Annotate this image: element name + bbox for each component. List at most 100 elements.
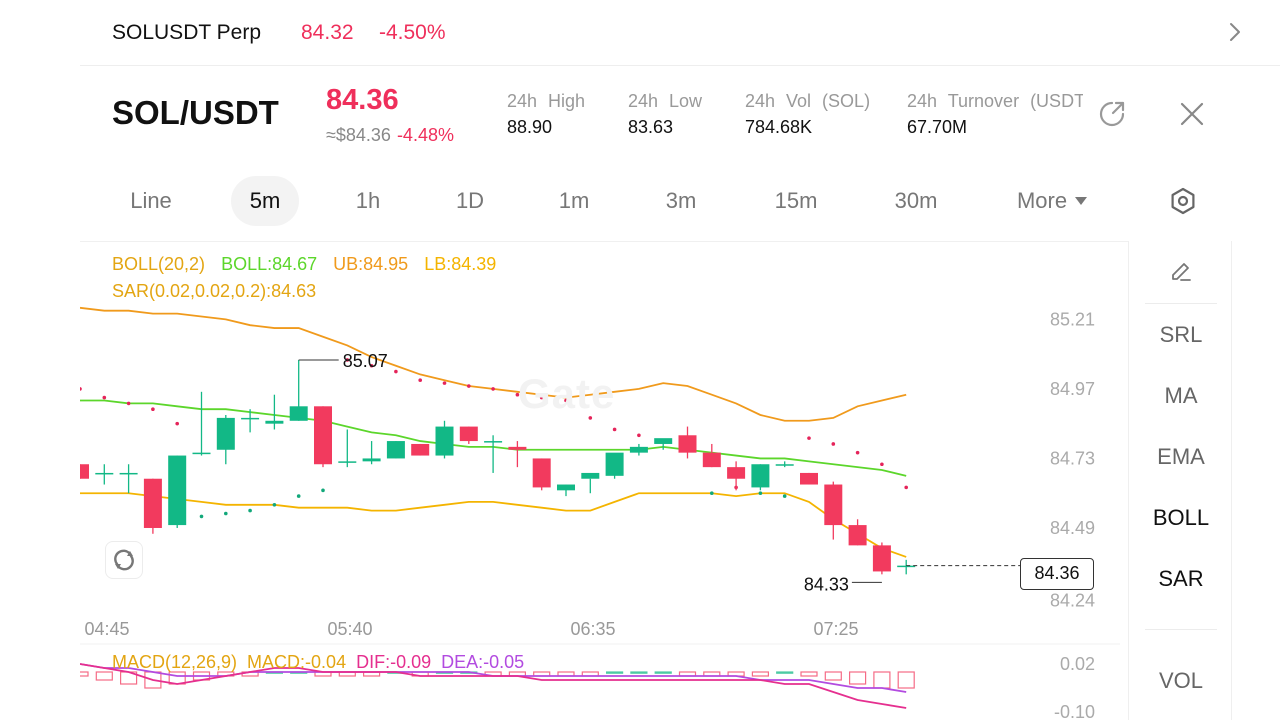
candle-body bbox=[629, 446, 648, 453]
sar-dot bbox=[831, 442, 836, 446]
candle-body bbox=[848, 525, 867, 546]
tab-3m[interactable]: 3m bbox=[647, 176, 715, 226]
candle-body bbox=[338, 461, 357, 463]
sar-dot bbox=[126, 401, 131, 406]
tab-5m[interactable]: 5m bbox=[231, 176, 299, 226]
macd-legend: MACD(12,26,9) MACD:-0.04 DIF:-0.09 DEA:-0.0… bbox=[112, 652, 534, 673]
candle-body bbox=[800, 472, 818, 485]
candle-body bbox=[557, 484, 575, 491]
sar-dot bbox=[418, 378, 423, 383]
candle-body bbox=[168, 455, 187, 526]
indicator-vol[interactable]: VOL bbox=[1129, 668, 1233, 694]
candle-body bbox=[362, 458, 381, 462]
candle-body bbox=[411, 443, 430, 456]
sar-dot bbox=[807, 436, 811, 440]
candle-body bbox=[605, 452, 624, 476]
tab-1d[interactable]: 1D bbox=[436, 176, 504, 226]
sar-dot bbox=[102, 395, 107, 400]
macd-histogram-bar bbox=[824, 671, 842, 681]
sar-dot bbox=[80, 387, 82, 391]
candle-body bbox=[216, 417, 235, 450]
candle-body bbox=[727, 467, 746, 479]
sar-dot bbox=[467, 384, 471, 388]
indicator-ma[interactable]: MA bbox=[1129, 383, 1233, 409]
candle-body bbox=[532, 458, 551, 488]
sar-dot bbox=[151, 407, 155, 411]
tab-15m[interactable]: 15m bbox=[758, 176, 834, 226]
candle-body bbox=[508, 446, 527, 450]
candle-body bbox=[265, 420, 284, 424]
caret-down-icon bbox=[1075, 196, 1088, 205]
chart-settings-icon[interactable] bbox=[1169, 187, 1197, 215]
y-tick-label: 85.21 bbox=[1050, 309, 1095, 329]
indicator-sar[interactable]: SAR bbox=[1129, 566, 1233, 592]
y-tick-label: 84.24 bbox=[1050, 590, 1095, 610]
sar-dot bbox=[855, 450, 860, 455]
approx-usd: ≈$84.36 bbox=[326, 125, 391, 145]
tab-1h[interactable]: 1h bbox=[334, 176, 402, 226]
stat-value: 83.63 bbox=[628, 117, 674, 137]
sar-dot bbox=[880, 462, 884, 467]
macd-histogram-bar bbox=[848, 671, 867, 685]
boll-upper-line bbox=[80, 306, 907, 422]
chevron-right-icon[interactable] bbox=[1224, 20, 1246, 44]
candle-body bbox=[678, 435, 697, 453]
dif-value: DIF:-0.09 bbox=[356, 652, 432, 672]
sar-dot bbox=[710, 491, 714, 496]
share-icon[interactable] bbox=[1097, 99, 1127, 129]
panel-divider bbox=[1145, 629, 1217, 630]
panel-divider bbox=[1145, 303, 1217, 304]
chart-area[interactable]: 85.07 84.33 85.21 84.97 84.73 84.49 84.24 04:45… bbox=[80, 241, 1128, 720]
candle-body bbox=[386, 441, 405, 459]
candle-body bbox=[192, 452, 211, 455]
stat-value: 88.90 bbox=[507, 117, 553, 137]
sar-dot bbox=[321, 488, 325, 493]
macd-histogram-bar bbox=[630, 671, 648, 674]
indicator-boll[interactable]: BOLL bbox=[1129, 505, 1233, 531]
macd-histogram-bar bbox=[873, 671, 891, 689]
indicator-ema[interactable]: EMA bbox=[1129, 444, 1233, 470]
macd-value: MACD:-0.04 bbox=[247, 652, 347, 672]
candle-body bbox=[314, 406, 332, 465]
macd-histogram-bar bbox=[800, 671, 818, 677]
macd-histogram-bar bbox=[80, 671, 89, 677]
stat-24h-vol: 24h Vol (SOL) 784.68K bbox=[745, 91, 870, 138]
y-tick-label: 84.97 bbox=[1050, 379, 1095, 399]
candle-body bbox=[775, 464, 794, 466]
low-marker-label: 84.33 bbox=[804, 574, 849, 594]
candle-body bbox=[80, 464, 89, 479]
watermark-logo: Gate bbox=[518, 370, 616, 417]
candle-body bbox=[459, 426, 478, 442]
candlestick-chart[interactable]: 85.07 84.33 85.21 84.97 84.73 84.49 84.24 04:45… bbox=[80, 242, 1128, 720]
indicator-srl[interactable]: SRL bbox=[1129, 322, 1233, 348]
stat-24h-turnover: 24h Turnover (USDT) 67.70M bbox=[907, 91, 1083, 138]
contract-price: 84.32 bbox=[301, 21, 354, 44]
boll-ub-value: UB:84.95 bbox=[333, 254, 409, 274]
draw-pencil-icon[interactable] bbox=[1169, 259, 1193, 283]
macd-histogram-bar bbox=[897, 671, 915, 689]
sar-dot bbox=[758, 491, 763, 496]
rotate-icon bbox=[114, 549, 134, 571]
tab-30m[interactable]: 30m bbox=[878, 176, 954, 226]
contract-bar[interactable]: SOLUSDT Perp 84.32 -4.50% bbox=[80, 0, 1280, 66]
stat-24h-low: 24h Low 83.63 bbox=[628, 91, 702, 138]
candle-body bbox=[484, 441, 503, 443]
tab-line[interactable]: Line bbox=[112, 176, 190, 226]
close-icon[interactable] bbox=[1178, 100, 1206, 128]
macd-histogram-bar bbox=[776, 671, 794, 674]
stat-label: 24h Vol (SOL) bbox=[745, 91, 871, 111]
tab-more[interactable]: More bbox=[1000, 176, 1104, 226]
reset-view-button[interactable] bbox=[105, 541, 143, 579]
x-tick-label: 06:35 bbox=[570, 619, 615, 639]
tab-1m[interactable]: 1m bbox=[540, 176, 608, 226]
x-tick-label: 05:40 bbox=[327, 619, 372, 639]
sar-dot bbox=[491, 387, 495, 391]
macd-histogram-bar bbox=[605, 671, 624, 674]
sar-dot bbox=[442, 381, 447, 385]
candle-body bbox=[581, 472, 600, 479]
sar-dot bbox=[637, 433, 641, 438]
y-tick-label: 84.73 bbox=[1050, 448, 1095, 468]
last-price: 84.36 bbox=[326, 84, 399, 116]
sar-dot bbox=[248, 508, 252, 513]
tab-more-label: More bbox=[1016, 188, 1068, 213]
